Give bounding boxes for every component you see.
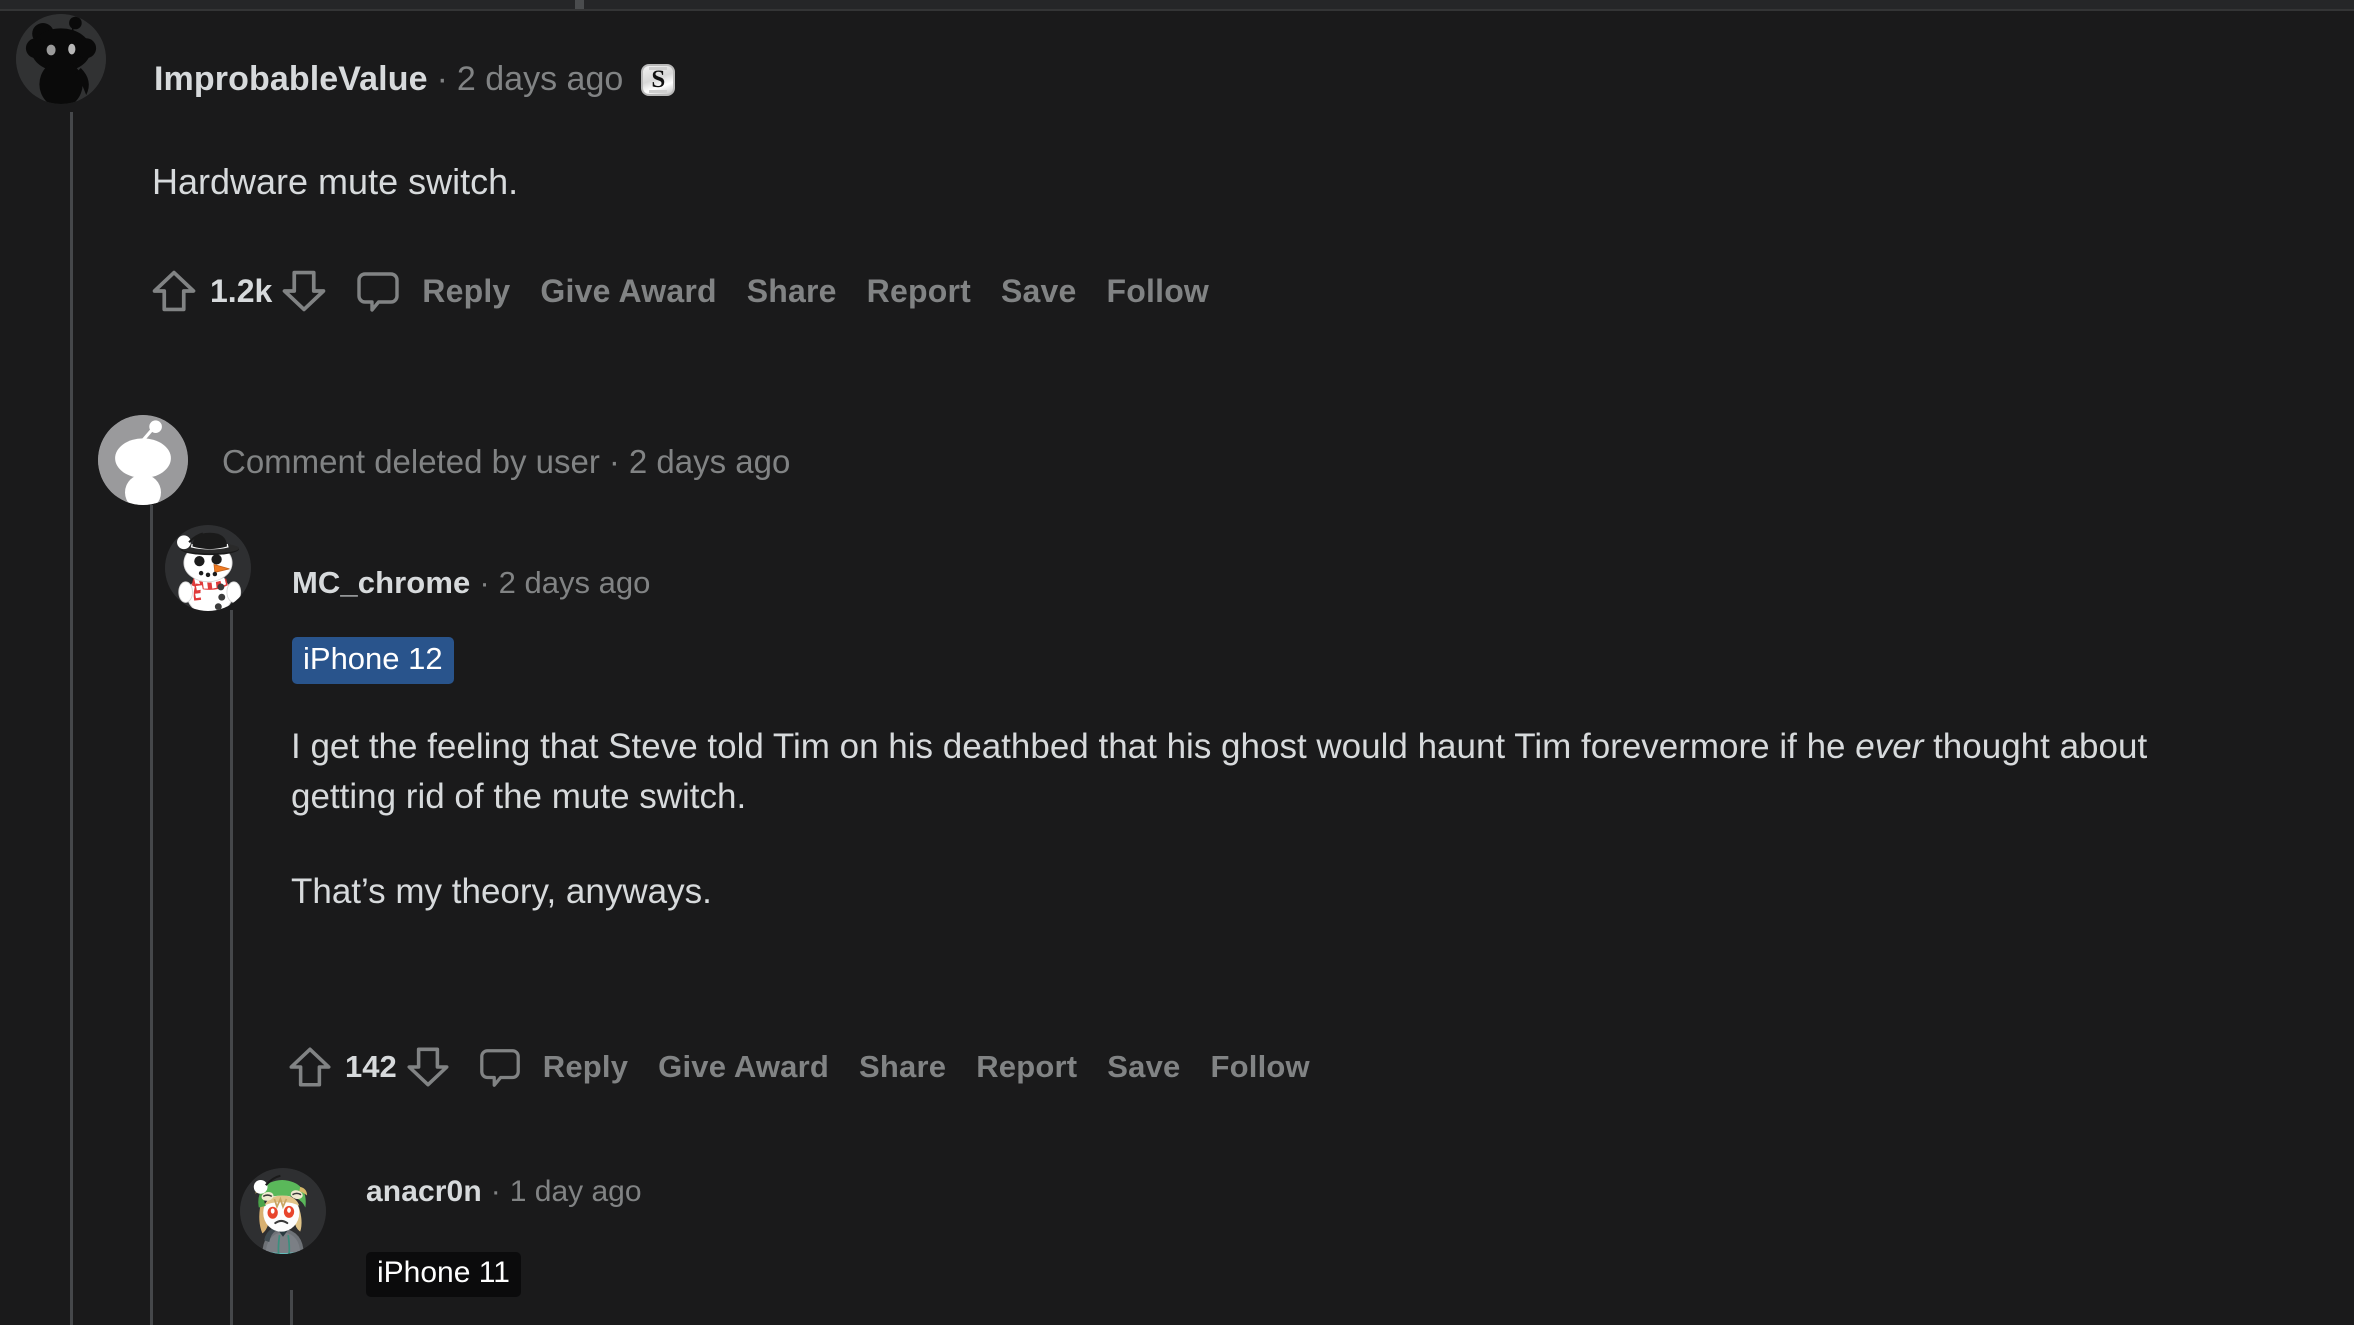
vote-score: 142 — [345, 1049, 397, 1084]
header-separator: · — [608, 443, 620, 480]
share-button[interactable]: Share — [859, 1049, 946, 1085]
give-award-button[interactable]: Give Award — [540, 273, 716, 310]
comment-action-row: 1.2k Reply Give Award Share Report Save … — [148, 265, 1239, 317]
comment-body: I get the feeling that Steve told Tim on… — [291, 722, 2251, 917]
avatar[interactable] — [240, 1168, 326, 1254]
comment-author[interactable]: MC_chrome — [292, 565, 470, 601]
upvote-arrow-icon[interactable] — [148, 265, 200, 317]
comment-paragraph: That’s my theory, anyways. — [291, 871, 712, 911]
header-separator: · — [479, 565, 490, 600]
vote-score: 1.2k — [210, 272, 273, 309]
thread-line-depth-3[interactable] — [230, 610, 233, 1325]
comment-header: ImprobableValue · 2 days ago S — [154, 60, 676, 99]
downvote-arrow-icon[interactable] — [278, 265, 330, 317]
save-button[interactable]: Save — [1001, 273, 1077, 310]
report-button[interactable]: Report — [976, 1049, 1077, 1085]
comment-author[interactable]: ImprobableValue — [154, 60, 428, 99]
downvote-arrow-icon[interactable] — [403, 1042, 453, 1092]
give-award-button[interactable]: Give Award — [658, 1049, 829, 1085]
silver-award-icon[interactable]: S — [641, 63, 676, 96]
reply-button[interactable]: Reply — [422, 273, 510, 310]
award-letter: S — [651, 66, 666, 93]
comment-author[interactable]: anacr0n — [366, 1175, 482, 1209]
avatar — [98, 415, 188, 505]
header-separator: · — [436, 60, 448, 98]
deleted-comment-label: Comment deleted by user — [222, 443, 600, 480]
user-flair-badge[interactable]: iPhone 12 — [292, 637, 454, 684]
window-top-edge — [0, 0, 2354, 11]
top-tick-marker — [575, 0, 584, 9]
report-button[interactable]: Report — [867, 273, 971, 310]
comment-header: MC_chrome · 2 days ago — [292, 565, 650, 601]
reply-button[interactable]: Reply — [543, 1049, 628, 1085]
snoo-default-grey-icon — [98, 415, 188, 505]
comment-thread-page: ImprobableValue · 2 days ago S Hardware … — [0, 0, 2354, 1325]
avatar[interactable] — [165, 525, 251, 611]
follow-button[interactable]: Follow — [1210, 1049, 1309, 1085]
comment-bubble-icon[interactable] — [354, 267, 402, 315]
comment-timestamp: 1 day ago — [509, 1175, 642, 1208]
comment-timestamp: 2 days ago — [628, 443, 791, 480]
frog-hood-avatar-icon — [240, 1168, 326, 1254]
upvote-arrow-icon[interactable] — [285, 1042, 335, 1092]
thread-line-depth-1[interactable] — [70, 112, 73, 1325]
comment-bubble-icon[interactable] — [477, 1044, 523, 1090]
avatar[interactable] — [16, 14, 106, 104]
comment-header: anacr0n · 1 day ago — [366, 1175, 642, 1209]
comment-paragraph: I get the feeling that Steve told Tim on… — [291, 722, 2251, 823]
comment-timestamp: 2 days ago — [498, 565, 651, 600]
emphasized-word: ever — [1855, 727, 1924, 766]
comment-timestamp: 2 days ago — [456, 60, 624, 98]
header-separator: · — [490, 1175, 501, 1208]
follow-button[interactable]: Follow — [1107, 273, 1210, 310]
thread-line-depth-2[interactable] — [150, 505, 153, 1325]
comment-body: Hardware mute switch. — [152, 161, 519, 202]
snoo-black-silhouette-icon — [16, 14, 106, 104]
user-flair-badge[interactable]: iPhone 11 — [366, 1252, 521, 1297]
snowman-avatar-icon — [165, 525, 251, 611]
paragraph-text-before: I get the feeling that Steve told Tim on… — [291, 727, 1856, 766]
comment-action-row: 142 Reply Give Award Share Report Save F… — [285, 1042, 1340, 1092]
share-button[interactable]: Share — [747, 273, 837, 310]
deleted-comment-header: Comment deleted by user · 2 days ago — [222, 443, 790, 481]
save-button[interactable]: Save — [1107, 1049, 1180, 1085]
thread-line-depth-4[interactable] — [290, 1290, 293, 1325]
